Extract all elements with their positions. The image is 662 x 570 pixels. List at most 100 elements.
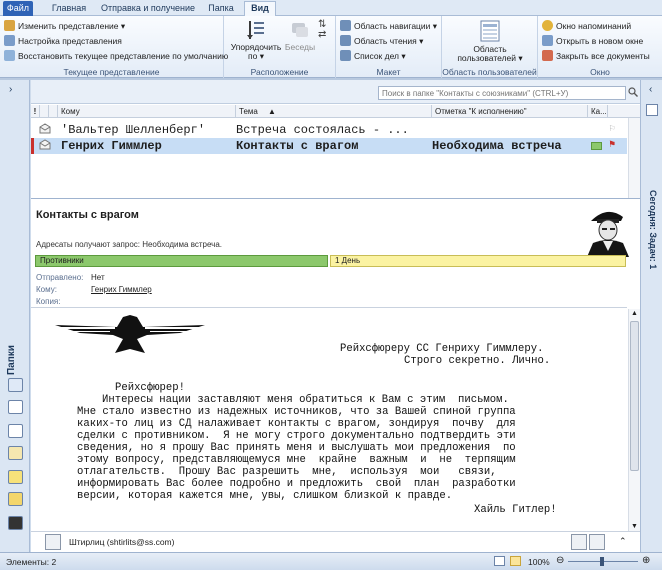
tab-file[interactable]: Файл	[3, 1, 33, 16]
tasks-nav-icon[interactable]	[8, 446, 23, 460]
sort-ascending-icon: ▲	[268, 107, 276, 116]
column-category[interactable]: Ка...	[588, 105, 608, 118]
envelope-open-icon	[39, 138, 53, 155]
body-line: Рейхсфюреру СС Генриху Гиммлеру.	[340, 343, 544, 355]
column-to[interactable]: Кому	[58, 105, 236, 118]
cc-label: Копия:	[36, 297, 61, 306]
mail-nav-icon[interactable]	[8, 378, 23, 392]
column-subject[interactable]: Тема ▲	[236, 105, 432, 118]
open-new-window-button[interactable]: Открыть в новом окне	[542, 34, 643, 48]
tab-folder[interactable]: Папка	[203, 2, 239, 16]
expand-todo-bar-icon[interactable]: ‹	[649, 84, 652, 95]
group-title: Текущее представление	[63, 67, 160, 77]
message-body-scrollbar[interactable]: ▲ ▼	[628, 309, 640, 531]
message-row-selected[interactable]: Генрих Гиммлер Контакты с врагом Необход…	[31, 138, 627, 154]
close-all-button[interactable]: Закрыть все документы	[542, 49, 650, 63]
reset-view-button[interactable]: Восстановить текущее представление по ум…	[4, 49, 228, 63]
search-icon[interactable]	[628, 87, 638, 97]
sort-arrows-icon[interactable]: ⇅ ⇄	[318, 20, 330, 48]
zoom-out-icon[interactable]: ⊖	[556, 555, 564, 566]
message-subject-heading: Контакты с врагом	[36, 209, 139, 221]
people-avatar-icon[interactable]	[571, 534, 587, 550]
column-flag[interactable]: Отметка "К исполнению"	[432, 105, 588, 118]
group-title: Макет	[376, 67, 401, 77]
body-line: Хайль Гитлер!	[474, 504, 557, 516]
todo-bar-button[interactable]: Список дел ▾	[340, 49, 406, 63]
view-settings-button[interactable]: Настройка представления	[4, 34, 122, 48]
group-arrangement: Упорядочить по ▾ Беседы ⇅ ⇄ Расположение	[224, 16, 336, 78]
group-title: Расположение	[250, 67, 309, 77]
message-list-header: ! Кому Тема ▲ Отметка "К исполнению" Ка..…	[31, 105, 640, 118]
attachment-column-icon[interactable]	[49, 105, 58, 118]
tab-home[interactable]: Главная	[46, 2, 92, 16]
search-bar	[31, 80, 640, 104]
reminders-window-button[interactable]: Окно напоминаний	[542, 19, 631, 33]
message-to: 'Вальтер Шелленберг'	[61, 123, 206, 137]
to-line: Кому: Генрих Гиммлер	[36, 285, 152, 294]
conversations-button[interactable]: Беседы	[284, 19, 316, 52]
flag-column-icon[interactable]	[608, 105, 627, 118]
zoom-in-icon[interactable]: ⊕	[642, 555, 650, 566]
to-value-link[interactable]: Генрих Гиммлер	[91, 285, 152, 294]
importance-marker	[31, 138, 34, 154]
sender-name[interactable]: Штирлиц (shtirlits@ss.com)	[69, 537, 174, 547]
search-input[interactable]	[378, 86, 626, 100]
people-pane-strip: Штирлиц (shtirlits@ss.com) ⌃	[31, 531, 640, 553]
scroll-thumb[interactable]	[630, 321, 639, 471]
group-title: Окно	[590, 67, 610, 77]
people-pane-icon	[478, 19, 502, 43]
main-content: ! Кому Тема▲ Отметка "К исполнению" Ка..…	[31, 80, 640, 553]
sent-line: Отправлено: Нет	[36, 273, 105, 282]
item-count: Элементы: 2	[6, 557, 57, 567]
shortcuts-nav-icon[interactable]	[8, 516, 23, 530]
normal-view-icon[interactable]	[494, 556, 505, 566]
category-color-icon[interactable]	[591, 142, 602, 150]
people-avatar-icon[interactable]	[589, 534, 605, 550]
tab-send-receive[interactable]: Отправка и получение	[100, 2, 196, 16]
sender-photo	[583, 203, 631, 257]
zoom-slider-thumb[interactable]	[600, 557, 604, 566]
folder-list-nav-icon[interactable]	[8, 492, 23, 506]
todo-bar-collapsed: ‹ Сегодня: Задач: 1	[640, 80, 662, 552]
folders-label-vertical[interactable]: Папки	[4, 335, 20, 375]
sent-label: Отправлено:	[36, 273, 84, 282]
body-line: сделки с противником. Я не могу строго д…	[77, 430, 516, 442]
message-list-scrollbar[interactable]	[628, 118, 640, 198]
group-window: Окно напоминаний Открыть в новом окне За…	[538, 16, 662, 78]
message-flag-text: Необходима встреча	[432, 139, 562, 153]
sender-avatar-icon[interactable]	[45, 534, 61, 550]
expand-folder-pane-icon[interactable]: ›	[9, 84, 12, 95]
conversations-icon	[289, 19, 311, 41]
nav-pane-button[interactable]: Область навигации ▾	[340, 19, 437, 33]
new-window-icon	[542, 35, 553, 46]
contacts-nav-icon[interactable]	[8, 424, 23, 438]
message-body: Рейхсфюреру СС Генриху Гиммлеру. Строго …	[31, 309, 627, 531]
notes-nav-icon[interactable]	[8, 470, 23, 484]
reading-pane: Контакты с врагом Адресаты получают запр…	[31, 198, 640, 553]
message-to: Генрих Гиммлер	[61, 139, 162, 153]
scroll-up-icon[interactable]: ▲	[631, 310, 638, 317]
body-line: этому вопросу, представляющемуся мне кра…	[77, 454, 516, 466]
arrange-by-icon	[245, 19, 267, 41]
people-pane-expand-icon[interactable]: ⌃	[619, 536, 627, 547]
group-people-pane: Область пользователей ▾ Область пользова…	[442, 16, 538, 78]
flag-red-icon[interactable]: ⚑	[609, 138, 623, 154]
people-pane-button[interactable]: Область пользователей ▾	[450, 19, 530, 63]
reading-view-icon[interactable]	[510, 556, 521, 566]
todo-bar-icon	[340, 50, 351, 61]
reading-pane-button[interactable]: Область чтения ▾	[340, 34, 423, 48]
body-line: Мне стало известно из надежных источнико…	[77, 406, 516, 418]
tab-view[interactable]: Вид	[244, 1, 276, 16]
calendar-mini-icon[interactable]	[646, 104, 658, 116]
zoom-level[interactable]: 100%	[528, 557, 550, 567]
scroll-down-icon[interactable]: ▼	[631, 523, 638, 530]
calendar-nav-icon[interactable]	[8, 400, 23, 414]
icon-column[interactable]	[40, 105, 49, 118]
arrange-by-button[interactable]: Упорядочить по ▾	[228, 19, 284, 61]
flag-outline-icon[interactable]: ⚐	[609, 122, 623, 138]
flag-bar: 1 День	[330, 255, 626, 267]
importance-column-icon[interactable]: !	[31, 105, 40, 118]
change-view-button[interactable]: Изменить представление ▾	[4, 19, 125, 33]
body-line: информировать Вас более подробно и предл…	[77, 478, 516, 490]
message-row[interactable]: 'Вальтер Шелленберг' Встреча состоялась …	[31, 122, 627, 138]
